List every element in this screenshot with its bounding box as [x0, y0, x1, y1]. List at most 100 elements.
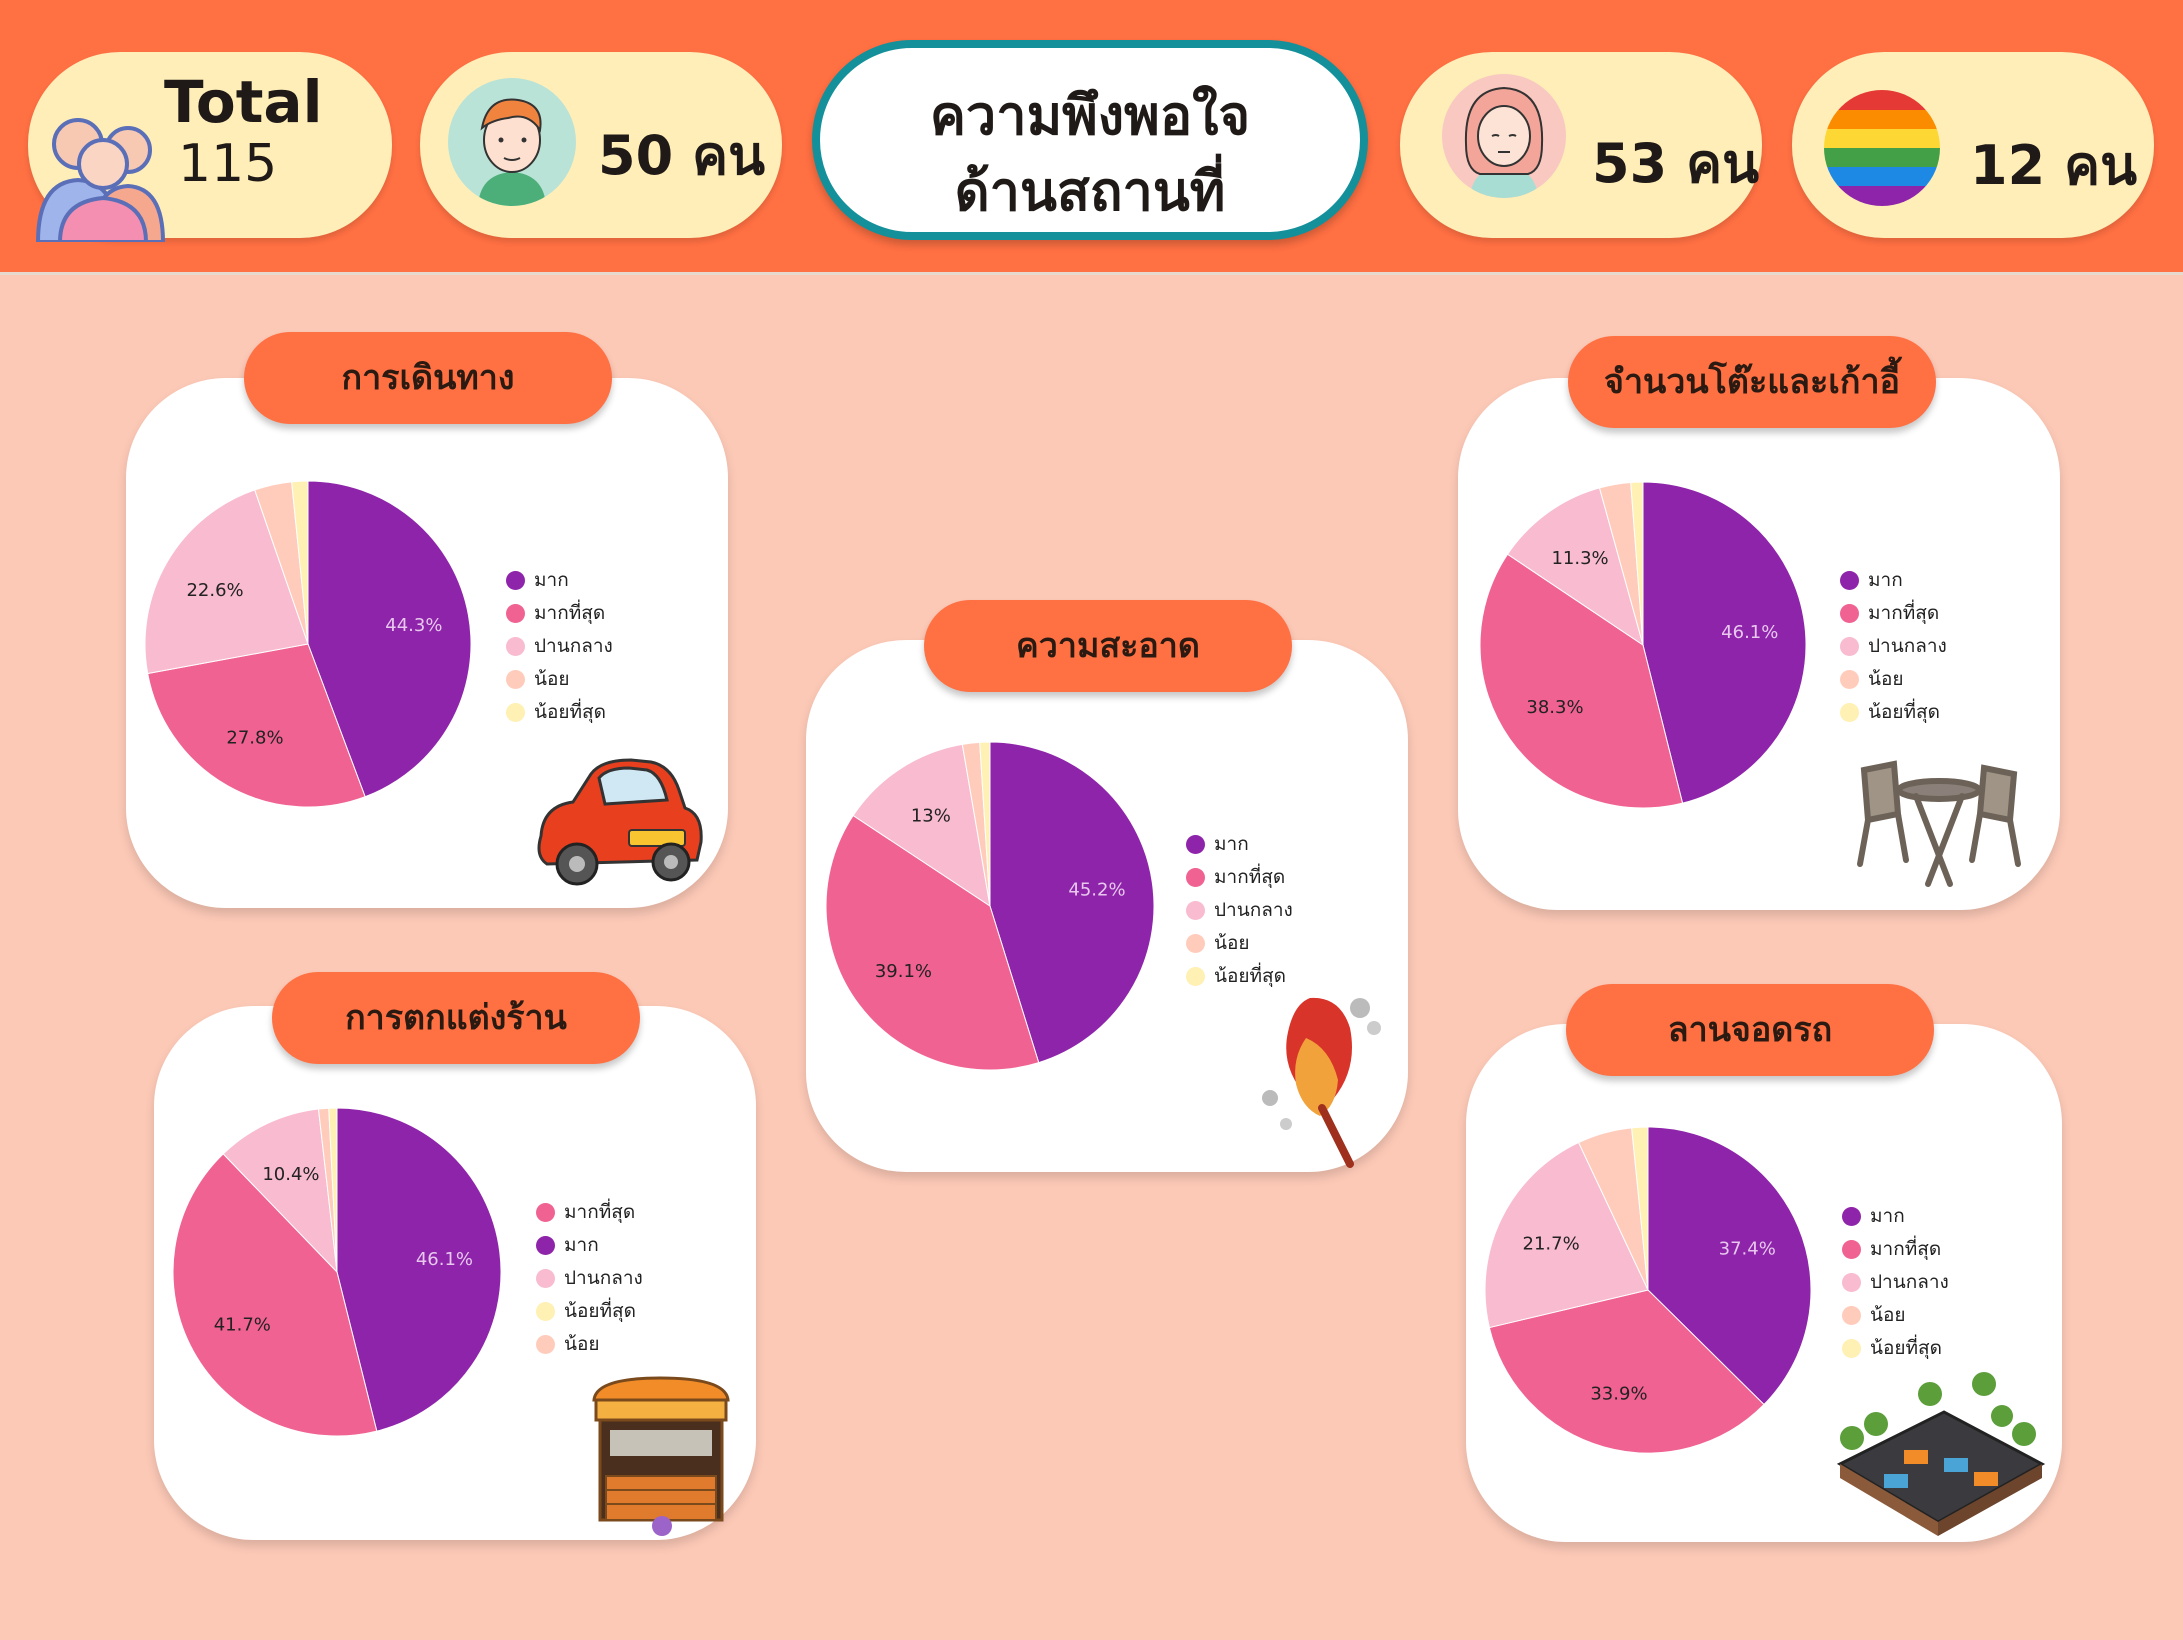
legend-swatch — [506, 637, 525, 656]
legend-swatch — [536, 1335, 555, 1354]
pie-data-label: 21.7% — [1523, 1233, 1580, 1254]
legend-swatch — [536, 1203, 555, 1222]
chart-card-parking: 37.4% 33.9% 21.7% มาก มากที่สุด ปานกลาง น้อยน… — [1466, 1024, 2062, 1542]
legend-label: ปานกลาง — [534, 635, 613, 657]
legend-item: มาก — [536, 1229, 643, 1262]
pie-data-label: 44.3% — [385, 615, 442, 636]
legend-swatch — [1186, 967, 1205, 986]
pie-data-label: 10.4% — [262, 1164, 319, 1185]
legend-parking: มาก มากที่สุด ปานกลาง น้อย น้อยที่สุด — [1842, 1200, 1949, 1365]
pie-data-label: 46.1% — [1721, 622, 1778, 643]
chart-card-tables: 46.1% 38.3% 11.3% มากมากที่สุดปานกลางน้อยน… — [1458, 378, 2060, 910]
legend-label: น้อยที่สุด — [564, 1300, 636, 1322]
legend-item: น้อย — [1186, 927, 1293, 960]
legend-swatch — [1840, 670, 1859, 689]
pie-data-label: 33.9% — [1590, 1384, 1647, 1405]
female-avatar-icon — [1442, 74, 1566, 198]
pie-data-label: 38.3% — [1526, 697, 1583, 718]
page-title: ความพึงพอใจ ด้านสถานที่ — [812, 40, 1368, 240]
pie-data-label: 11.3% — [1551, 548, 1608, 569]
legend-swatch — [1186, 835, 1205, 854]
legend-item: น้อยที่สุด — [506, 696, 613, 729]
legend-label: มากที่สุด — [534, 602, 606, 624]
legend-label: มาก — [564, 1234, 599, 1256]
legend-label: น้อยที่สุด — [1868, 701, 1940, 723]
legend-item: มากที่สุด — [1842, 1233, 1949, 1266]
legend-item: ปานกลาง — [506, 630, 613, 663]
legend-label: ปานกลาง — [564, 1267, 643, 1289]
legend-label: ปานกลาง — [1868, 635, 1947, 657]
total-value: 115 — [178, 134, 278, 194]
legend-item: น้อย — [1840, 663, 1947, 696]
pie-data-label: 46.1% — [416, 1249, 473, 1270]
car-icon — [537, 758, 703, 886]
legend-item: มากที่สุด — [1186, 861, 1293, 894]
legend-swatch — [506, 604, 525, 623]
total-card: Total 115 — [28, 52, 392, 242]
legend-label: ปานกลาง — [1870, 1271, 1949, 1293]
female-card: 53 คน — [1400, 52, 1762, 238]
pie-data-label: 39.1% — [875, 961, 932, 982]
legend-swatch — [1842, 1207, 1861, 1226]
legend-swatch — [506, 703, 525, 722]
chart-title-clean: ความสะอาด — [924, 600, 1292, 692]
legend-item: น้อย — [536, 1328, 643, 1361]
pie-data-label: 22.6% — [186, 580, 243, 601]
title-line-1: ความพึงพอใจ — [929, 84, 1251, 147]
legend-label: มากที่สุด — [1214, 866, 1286, 888]
chart-title-decor: การตกแต่งร้าน — [272, 972, 640, 1064]
group-people-icon — [35, 118, 166, 242]
legend-swatch — [1840, 703, 1859, 722]
legend-swatch — [1840, 571, 1859, 590]
legend-swatch — [1186, 901, 1205, 920]
legend-swatch — [1186, 868, 1205, 887]
title-line-2: ด้านสถานที่ — [954, 160, 1226, 223]
male-avatar-icon — [448, 78, 576, 206]
legend-label: น้อย — [564, 1333, 600, 1355]
legend-label: น้อยที่สุด — [534, 701, 606, 723]
legend-label: น้อย — [1868, 668, 1904, 690]
legend-item: ปานกลาง — [1842, 1266, 1949, 1299]
chart-card-travel: 44.3% 27.8% 22.6% มาก มากที่สุด ปานกลาง น้อยน… — [126, 378, 728, 908]
lgbt-card: 12 คน — [1792, 52, 2154, 238]
legend-decor: มากที่สุดมากปานกลางน้อยที่สุดน้อย — [536, 1196, 643, 1361]
legend-label: มาก — [1870, 1205, 1905, 1227]
chart-title-travel: การเดินทาง — [244, 332, 612, 424]
legend-item: ปานกลาง — [1840, 630, 1947, 663]
pie-data-label: 13% — [911, 805, 951, 826]
legend-label: น้อย — [1214, 932, 1250, 954]
chart-card-decor: 46.1% 41.7% 10.4% มากที่สุด มาก ปานกลาง น้อยท… — [154, 1006, 756, 1540]
feather-duster-icon — [1262, 997, 1381, 1168]
cafe-shop-icon — [592, 1376, 730, 1536]
legend-swatch — [506, 571, 525, 590]
legend-travel: มากมากที่สุดปานกลางน้อยน้อยที่สุด — [506, 564, 613, 729]
legend-label: มาก — [1868, 569, 1903, 591]
legend-label: น้อยที่สุด — [1214, 965, 1286, 987]
legend-swatch — [1840, 637, 1859, 656]
legend-item: มาก — [1840, 564, 1947, 597]
legend-item: มาก — [506, 564, 613, 597]
chart-card-clean: 45.2% 39.1% 13% มาก มากที่สุด ปานกลาง น้อย น้อ… — [806, 640, 1408, 1172]
legend-swatch — [536, 1236, 555, 1255]
table-chairs-icon — [1857, 760, 2021, 887]
chart-title-parking: ลานจอดรถ — [1566, 984, 1934, 1076]
header-bar: Total 115 50 คน ความพึงพอใจ ด้านสถานที่ — [0, 0, 2183, 275]
legend-label: น้อย — [1870, 1304, 1906, 1326]
legend-item: น้อยที่สุด — [536, 1295, 643, 1328]
legend-swatch — [1842, 1273, 1861, 1292]
legend-swatch — [536, 1302, 555, 1321]
legend-label: มากที่สุด — [1868, 602, 1940, 624]
legend-item: มาก — [1186, 828, 1293, 861]
legend-label: มากที่สุด — [564, 1201, 636, 1223]
legend-item: ปานกลาง — [1186, 894, 1293, 927]
legend-swatch — [1840, 604, 1859, 623]
chart-title-tables: จำนวนโต๊ะและเก้าอี้ — [1568, 336, 1936, 428]
legend-swatch — [1842, 1240, 1861, 1259]
legend-item: มาก — [1842, 1200, 1949, 1233]
legend-label: น้อย — [534, 668, 570, 690]
parking-lot-icon — [1836, 1372, 2046, 1536]
legend-item: มากที่สุด — [506, 597, 613, 630]
legend-swatch — [1842, 1306, 1861, 1325]
rainbow-flag-icon — [1824, 90, 1940, 206]
legend-item: น้อยที่สุด — [1840, 696, 1947, 729]
